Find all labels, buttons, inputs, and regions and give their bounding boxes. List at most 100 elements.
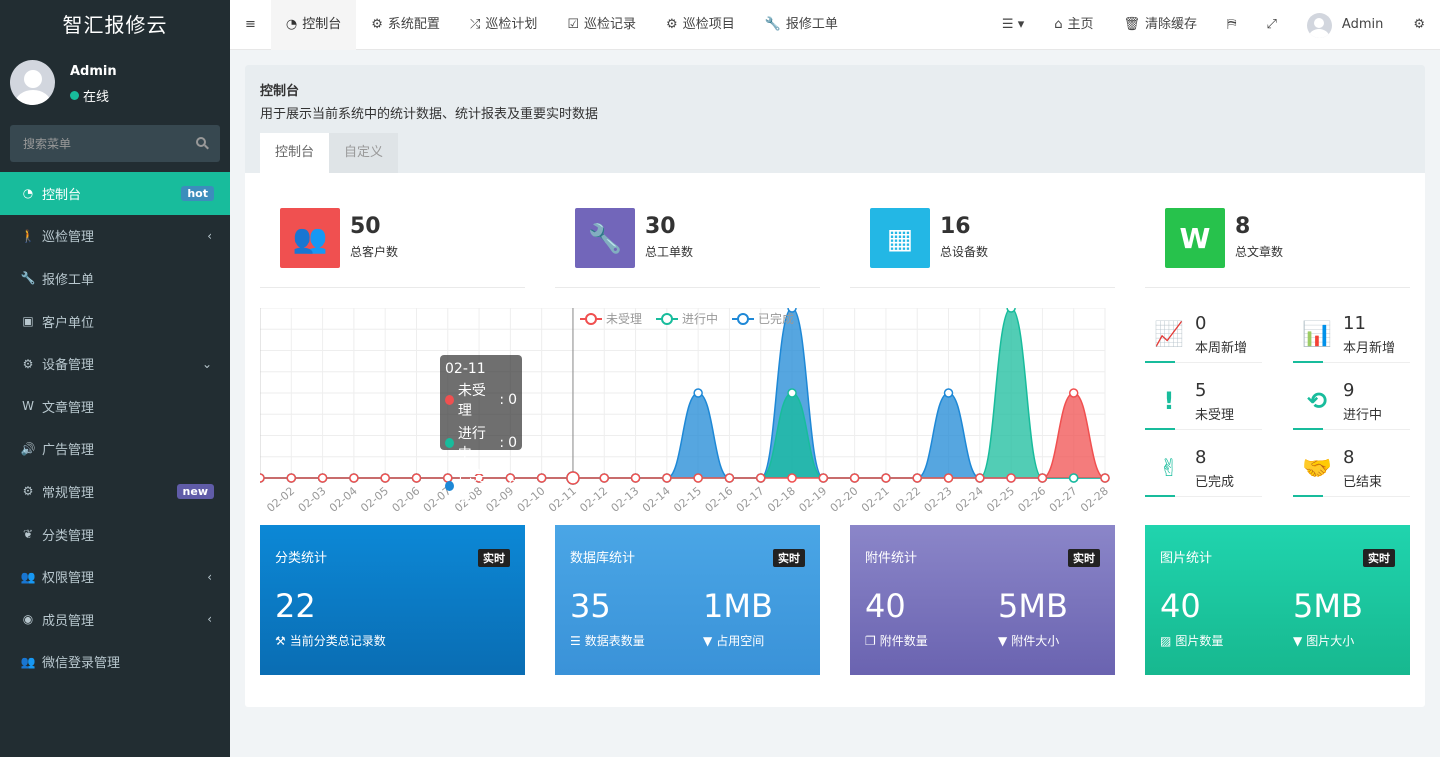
card-value: 35 xyxy=(570,587,611,625)
data-point xyxy=(260,473,265,483)
sidebar-item[interactable]: ❦ 分类管理 xyxy=(0,513,230,556)
card-value: 5MB xyxy=(1293,587,1363,625)
chart-tooltip: 02-11 未受理:0 进行中:0 已完成:0 xyxy=(440,355,522,505)
language-toggle[interactable]: ⛿ xyxy=(1212,0,1251,50)
home-link[interactable]: ⌂ 主页 xyxy=(1039,0,1108,50)
user-menu[interactable]: Admin xyxy=(1292,0,1398,50)
sidebar-item[interactable]: W 文章管理 xyxy=(0,385,230,428)
clear-cache[interactable]: 🗑 清除缓存 xyxy=(1109,0,1213,50)
online-dot-icon xyxy=(70,91,79,100)
sidebar-item-label: 设备管理 xyxy=(42,358,95,374)
filter-icon: ▼ xyxy=(703,634,713,648)
mini-stat-label: 本月新增 xyxy=(1343,341,1396,356)
nav-label: 系统配置 xyxy=(387,17,440,32)
user-circle-icon: ◉ xyxy=(22,612,34,627)
x-tick-label: 02-12 xyxy=(577,484,610,515)
data-point xyxy=(787,388,797,398)
wrench-icon: 🔧 xyxy=(20,271,36,286)
sidebar-item[interactable]: 🔧 报修工单 xyxy=(0,257,230,300)
tooltip-label: 未受理 xyxy=(457,383,486,419)
filter-icon: ▼ xyxy=(1293,634,1303,648)
card-title: 分类统计 xyxy=(275,551,328,566)
tab-repair[interactable]: 🔧 报修工单 xyxy=(750,0,853,50)
data-point xyxy=(1006,308,1016,313)
sidebar-item[interactable]: ⚙ 设备管理 ⌄ xyxy=(0,342,230,385)
series-dot-icon xyxy=(445,395,454,405)
top-nav-right: ☰ ▾ ⌂ 主页 🗑 清除缓存 ⛿ ⤢ Admin ⚙ xyxy=(987,0,1440,50)
sidebar-item[interactable]: 👥 权限管理 ‹ xyxy=(0,555,230,598)
cogs-icon: ⚙ xyxy=(666,17,678,32)
mini-stat-label: 未受理 xyxy=(1195,408,1235,423)
menu-badge: hot xyxy=(181,185,214,201)
fullscreen[interactable]: ⤢ xyxy=(1252,0,1292,50)
tooltip-value: 0 xyxy=(508,392,517,408)
data-point xyxy=(1037,473,1048,483)
chevron-icon: ‹ xyxy=(207,612,212,627)
user-panel: Admin 在线 xyxy=(0,50,230,120)
cogs-icon: ⚙ xyxy=(22,484,34,499)
sidebar-item[interactable]: 👥 微信登录管理 xyxy=(0,641,230,684)
user-status-label: 在线 xyxy=(83,90,110,105)
tab-config[interactable]: ⚙ 系统配置 xyxy=(356,0,455,50)
walk-icon: 🚶 xyxy=(20,228,36,243)
sidebar-item[interactable]: ◉ 成员管理 ‹ xyxy=(0,598,230,641)
sidebar-item[interactable]: ⚙ 常规管理 new xyxy=(0,470,230,513)
list-dropdown[interactable]: ☰ ▾ xyxy=(987,0,1039,50)
x-tick-label: 02-18 xyxy=(765,484,798,515)
tooltip-label: 已完成 xyxy=(457,469,486,505)
card-sub: ▼ 图片大小 xyxy=(1293,632,1354,649)
cubes-icon: ▦ xyxy=(870,208,930,268)
nav-label: 控制台 xyxy=(302,17,342,32)
data-point xyxy=(693,473,703,483)
tab-dashboard[interactable]: 控制台 xyxy=(260,133,330,173)
nav-label: 主页 xyxy=(1067,17,1094,32)
card-sub: ❐ 附件数量 xyxy=(865,632,928,649)
w-icon: W xyxy=(1165,208,1225,268)
tab-items[interactable]: ⚙ 巡检项目 xyxy=(651,0,750,50)
sidebar-item[interactable]: 🔊 广告管理 xyxy=(0,428,230,471)
card-sub-label: 占用空间 xyxy=(716,634,765,648)
x-tick-label: 02-19 xyxy=(796,484,829,515)
tab-record[interactable]: ☑ 巡检记录 xyxy=(552,0,651,50)
legend-label: 未受理 xyxy=(606,312,643,326)
x-tick-label: 02-10 xyxy=(515,484,548,515)
sidebar-item-label: 分类管理 xyxy=(42,528,95,544)
menu-search-input[interactable] xyxy=(10,125,190,162)
data-point xyxy=(818,473,829,483)
card-value: 1MB xyxy=(703,587,773,625)
tab-plan[interactable]: ⤮ 巡检计划 xyxy=(455,0,552,50)
volume-icon: 🔊 xyxy=(20,441,36,456)
menu-toggle[interactable]: ≡ xyxy=(230,0,271,50)
x-tick-label: 02-24 xyxy=(953,484,986,515)
sidebar-item-label: 成员管理 xyxy=(42,613,95,629)
card-sub: ☰ 数据表数量 xyxy=(570,632,645,649)
data-point xyxy=(1100,473,1110,483)
sidebar-item-label: 报修工单 xyxy=(42,272,95,288)
legend-label: 进行中 xyxy=(682,312,719,326)
legend-item[interactable]: 进行中 xyxy=(656,310,718,327)
card-value: 40 xyxy=(1160,587,1201,625)
tooltip-row: 已完成:0 xyxy=(445,466,517,506)
control-sidebar[interactable]: ⚙ xyxy=(1398,0,1440,50)
gear-icon: ⚙ xyxy=(371,17,383,32)
search-icon[interactable] xyxy=(196,137,206,147)
sidebar-item[interactable]: ◔ 控制台 hot xyxy=(0,172,230,215)
app-logo[interactable]: 智汇报修云 xyxy=(0,0,230,50)
tab-dashboard[interactable]: ◔ 控制台 xyxy=(270,0,357,50)
sidebar-item[interactable]: 🚶 巡检管理 ‹ xyxy=(0,215,230,258)
card-title: 附件统计 xyxy=(865,551,918,566)
chart-svg: 02-0202-0302-0402-0502-0602-0702-0802-09… xyxy=(260,308,1110,515)
realtime-badge: 实时 xyxy=(1068,549,1100,567)
tooltip-value: 0 xyxy=(508,435,517,451)
data-point xyxy=(349,473,359,483)
sidebar: 智汇报修云 Admin 在线 ◔ 控制台 hot 🚶 巡检管理 ‹ 🔧 报修工单 ▣ 客户单位 ⚙ 设… xyxy=(0,0,230,757)
stat-card: 数据库统计 实时 35 ☰ 数据表数量 1MB ▼ 占用空间 xyxy=(555,525,820,675)
sidebar-item[interactable]: ▣ 客户单位 xyxy=(0,300,230,343)
cogs-icon: ⚙ xyxy=(1413,17,1425,32)
x-tick-label: 02-27 xyxy=(1047,484,1080,515)
database-icon: ☰ xyxy=(570,634,581,648)
sidebar-item-label: 客户单位 xyxy=(42,315,95,331)
legend-item[interactable]: 已完成 xyxy=(732,310,794,327)
legend-item[interactable]: 未受理 xyxy=(580,310,642,327)
tab-custom[interactable]: 自定义 xyxy=(329,133,399,173)
